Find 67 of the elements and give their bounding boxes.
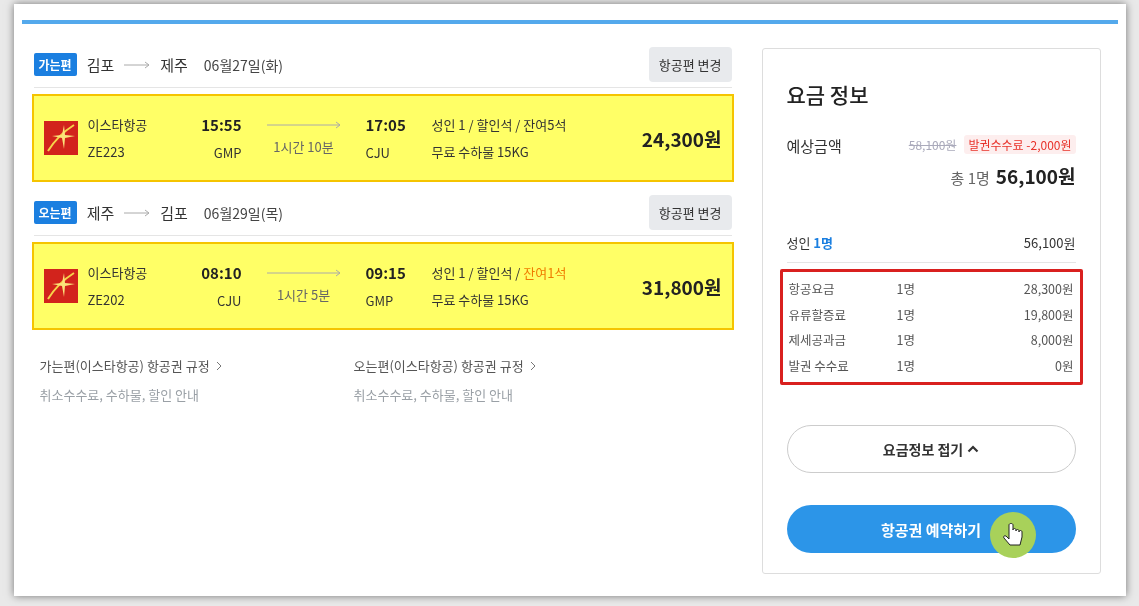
fare-item-label: 발권 수수료: [788, 355, 850, 375]
destination-city: 제주: [160, 54, 188, 75]
segment-badge: 가는편: [33, 53, 77, 76]
flight-date: 06월29일(목): [203, 202, 284, 223]
chevron-up-icon: [967, 445, 980, 453]
fare-item-amount: 28,300원: [1023, 279, 1074, 299]
chevron-right-icon: [215, 360, 222, 371]
fare-item-amount: 19,800원: [1023, 304, 1074, 324]
airline-name: 이스타항공: [87, 115, 148, 134]
arrow-icon: [124, 60, 151, 69]
flight-code: ZE202: [87, 290, 125, 309]
arrow-icon: [266, 268, 341, 277]
fare-item-label: 유류할증료: [788, 304, 847, 324]
depart-airport: GMP: [213, 143, 242, 162]
hand-cursor-icon: [988, 511, 1037, 559]
total-price: 56,100원: [995, 162, 1076, 189]
estimate-label: 예상금액: [786, 135, 842, 158]
fare-item-amount: 8,000원: [1030, 330, 1074, 350]
arrow-icon: [266, 120, 341, 129]
flight-date: 06월27일(화): [203, 54, 284, 75]
rules-note: 취소수수료, 수하물, 할인 안내: [353, 385, 514, 404]
discount-badge: 발권수수료 -2,000원: [964, 135, 1076, 154]
baggage-info: 무료 수하물 15KG: [431, 142, 529, 161]
airline-logo-icon: [43, 269, 78, 303]
rules-note: 취소수수료, 수하물, 할인 안내: [39, 385, 200, 404]
arrive-time: 09:15: [365, 262, 406, 283]
baggage-info: 무료 수하물 15KG: [431, 290, 529, 309]
original-price: 58,100원: [908, 136, 957, 153]
fare-item-count: 1명: [896, 330, 915, 350]
fare-item-count: 1명: [896, 355, 915, 375]
airline-name: 이스타항공: [87, 263, 148, 282]
change-flight-button[interactable]: 항공편 변경: [648, 47, 732, 82]
collapse-fare-button[interactable]: 요금정보 접기: [786, 425, 1076, 473]
fare-item-label: 제세공과금: [788, 330, 847, 350]
flight-code: ZE223: [87, 142, 125, 161]
depart-time: 08:10: [201, 262, 242, 283]
panel-title: 요금 정보: [786, 79, 870, 109]
fare-item-label: 항공요금: [788, 279, 836, 299]
flight-row[interactable]: 이스타항공 ZE223 15:55 GMP 1시간 10분 17:05 CJU 성인 1 / 할인석 / 잔여5석 무료 수하물 15KG 24,300원: [31, 94, 734, 182]
arrive-airport: CJU: [365, 143, 390, 162]
fare-rules-link[interactable]: 가는편(이스타항공) 항공권 규정: [39, 356, 222, 375]
flight-price: 24,300원: [641, 124, 722, 152]
change-flight-button[interactable]: 항공편 변경: [648, 195, 732, 230]
adult-amount: 56,100원: [1023, 233, 1076, 252]
flight-price: 31,800원: [641, 272, 722, 300]
depart-airport: CJU: [217, 291, 242, 310]
fare-item-count: 1명: [896, 279, 915, 299]
destination-city: 김포: [160, 202, 188, 223]
depart-time: 15:55: [201, 114, 242, 135]
origin-city: 제주: [86, 202, 115, 223]
seat-info: 성인 1 / 할인석 / 잔여1석: [431, 263, 567, 282]
passenger-total-label: 총 1명: [950, 167, 990, 188]
seat-info: 성인 1 / 할인석 / 잔여5석: [431, 115, 567, 134]
arrow-icon: [124, 208, 151, 217]
fare-item-count: 1명: [896, 304, 915, 324]
flight-duration: 1시간 5분: [276, 284, 331, 304]
chevron-right-icon: [529, 360, 536, 371]
fare-rules-link[interactable]: 오는편(이스타항공) 항공권 규정: [353, 356, 536, 375]
segment-badge: 오는편: [33, 201, 77, 224]
arrive-airport: GMP: [365, 291, 394, 310]
flight-duration: 1시간 10분: [273, 136, 334, 156]
fare-item-amount: 0원: [1055, 355, 1074, 375]
arrive-time: 17:05: [365, 114, 406, 135]
airline-logo-icon: [43, 121, 78, 155]
origin-city: 김포: [86, 54, 115, 75]
adult-label: 성인 1명: [786, 233, 833, 252]
flight-row[interactable]: 이스타항공 ZE202 08:10 CJU 1시간 5분 09:15 GMP 성인 1 / 할인석 / 잔여1석 무료 수하물 15KG 31,800원: [31, 242, 734, 330]
